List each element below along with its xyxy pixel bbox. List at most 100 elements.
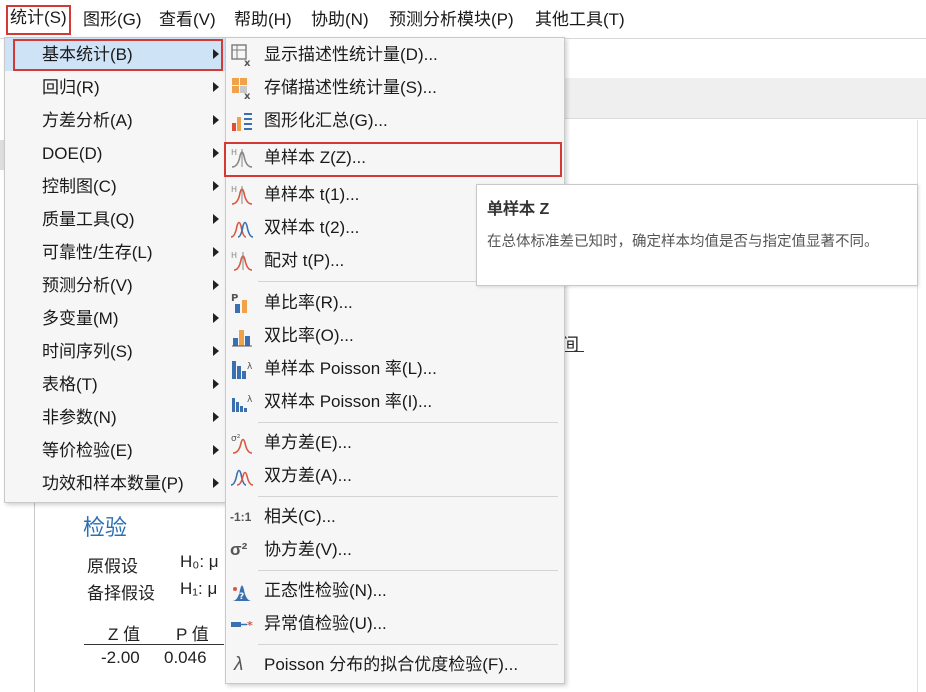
submenu-item-label: 相关(C)... (264, 507, 336, 526)
menu-stat[interactable]: 统计(S) (6, 5, 71, 35)
menu-item-label: DOE(D) (42, 144, 103, 163)
submenu-item-covariance[interactable]: σ² 协方差(V)... (226, 533, 564, 566)
submenu-item-store-descriptive[interactable]: x 存储描述性统计量(S)... (226, 71, 564, 104)
svg-text:H: H (231, 185, 237, 194)
submenu-arrow-icon (213, 478, 219, 488)
poisson-gof-icon: λ (234, 654, 244, 675)
menu-item-multivariate[interactable]: 多变量(M) (5, 302, 225, 335)
submenu-arrow-icon (213, 379, 219, 389)
menu-other-tools[interactable]: 其他工具(T) (533, 7, 627, 33)
submenu-arrow-icon (213, 247, 219, 257)
submenu-item-label: 存储描述性统计量(S)... (264, 78, 437, 97)
menu-item-label: 非参数(N) (42, 408, 117, 427)
menu-separator (258, 644, 558, 645)
store-descriptive-icon: x (232, 78, 251, 100)
menu-item-control-charts[interactable]: 控制图(C) (5, 170, 225, 203)
menu-help[interactable]: 帮助(H) (232, 7, 294, 33)
menu-item-label: 控制图(C) (42, 177, 117, 196)
menu-assist[interactable]: 协助(N) (309, 7, 371, 33)
submenu-arrow-icon (213, 346, 219, 356)
menu-separator (258, 496, 558, 497)
submenu-arrow-icon (213, 181, 219, 191)
submenu-item-outlier-test[interactable]: * 异常值检验(U)... (226, 607, 564, 640)
stat-menu: 基本统计(B) 回归(R) 方差分析(A) DOE(D) 控制图(C) 质量工具… (4, 37, 226, 503)
svg-text:P: P (231, 293, 238, 304)
menu-item-time-series[interactable]: 时间序列(S) (5, 335, 225, 368)
submenu-item-2-variances[interactable]: 双方差(A)... (226, 459, 564, 492)
submenu-arrow-icon (213, 280, 219, 290)
menu-item-power-sample-size[interactable]: 功效和样本数量(P) (5, 467, 225, 500)
menu-item-label: 功效和样本数量(P) (42, 474, 184, 493)
submenu-item-poisson-gof[interactable]: λ Poisson 分布的拟合优度检验(F)... (226, 648, 564, 681)
submenu-item-label: 单样本 Poisson 率(L)... (264, 359, 437, 378)
submenu-item-1-sample-poisson[interactable]: λ 单样本 Poisson 率(L)... (226, 352, 564, 385)
submenu-arrow-icon (213, 412, 219, 422)
menu-item-label: 可靠性/生存(L) (42, 243, 153, 262)
submenu-item-correlation[interactable]: -1:1 相关(C)... (226, 500, 564, 533)
menu-item-label: 回归(R) (42, 78, 100, 97)
menu-item-label: 质量工具(Q) (42, 210, 135, 229)
submenu-item-label: 双方差(A)... (264, 466, 352, 485)
null-hypothesis-value: H₀: μ (180, 552, 219, 571)
correlation-icon: -1:1 (230, 510, 252, 524)
menu-item-equivalence[interactable]: 等价检验(E) (5, 434, 225, 467)
paired-t-icon: H (231, 251, 253, 271)
1-sample-poisson-icon: λ (232, 361, 253, 379)
menu-item-predictive[interactable]: 预测分析(V) (5, 269, 225, 302)
menu-item-anova[interactable]: 方差分析(A) (5, 104, 225, 137)
svg-text:?: ? (239, 592, 244, 602)
normality-test-icon: ? (232, 585, 252, 602)
menu-item-label: 基本统计(B) (42, 45, 133, 64)
submenu-arrow-icon (213, 115, 219, 125)
menu-graph[interactable]: 图形(G) (81, 7, 144, 33)
outlier-test-icon: * (231, 619, 253, 632)
submenu-item-label: 双比率(O)... (264, 326, 354, 345)
submenu-item-label: 单样本 t(1)... (264, 185, 360, 204)
submenu-item-label: 协方差(V)... (264, 540, 352, 559)
submenu-item-label: 正态性检验(N)... (264, 581, 387, 600)
display-descriptive-icon: x (231, 44, 251, 67)
menu-item-reliability[interactable]: 可靠性/生存(L) (5, 236, 225, 269)
menu-item-tables[interactable]: 表格(T) (5, 368, 225, 401)
2-proportions-icon (232, 330, 252, 347)
menu-item-basic-stats[interactable]: 基本统计(B) (5, 38, 225, 71)
2-sample-t-icon (230, 221, 254, 238)
tooltip: 单样本 Z 在总体标准差已知时，确定样本均值是否与指定值显著不同。 (476, 184, 918, 286)
menu-item-nonparametrics[interactable]: 非参数(N) (5, 401, 225, 434)
submenu-item-graphical-summary[interactable]: 图形化汇总(G)... (226, 104, 564, 137)
submenu-item-label: 图形化汇总(G)... (264, 111, 388, 130)
menu-item-quality-tools[interactable]: 质量工具(Q) (5, 203, 225, 236)
submenu-arrow-icon (213, 82, 219, 92)
svg-text:H: H (231, 148, 237, 157)
submenu-item-1-variance[interactable]: σ² 单方差(E)... (226, 426, 564, 459)
menu-item-label: 时间序列(S) (42, 342, 133, 361)
submenu-item-label: 异常值检验(U)... (264, 614, 387, 633)
menu-predictive[interactable]: 预测分析模块(P) (387, 7, 516, 33)
menu-item-label: 方差分析(A) (42, 111, 133, 130)
submenu-item-2-proportions[interactable]: 双比率(O)... (226, 319, 564, 352)
submenu-item-1-sample-z[interactable]: H 单样本 Z(Z)... (224, 141, 564, 177)
covariance-icon: σ² (230, 540, 248, 559)
alt-hypothesis-value: H₁: μ (180, 579, 218, 598)
submenu-arrow-icon (213, 214, 219, 224)
submenu-item-label: Poisson 分布的拟合优度检验(F)... (264, 655, 519, 674)
submenu-item-2-sample-poisson[interactable]: λ 双样本 Poisson 率(I)... (226, 385, 564, 418)
submenu-arrow-icon (213, 49, 219, 59)
submenu-item-label: 配对 t(P)... (264, 251, 345, 270)
svg-text:x: x (244, 58, 251, 67)
menu-item-regression[interactable]: 回归(R) (5, 71, 225, 104)
submenu-item-normality-test[interactable]: ? 正态性检验(N)... (226, 574, 564, 607)
null-hypothesis-label: 原假设 (87, 557, 138, 576)
1-variance-icon: σ² (231, 434, 253, 454)
background-toolbar (560, 78, 926, 119)
submenu-item-1-proportion[interactable]: P 单比率(R)... (226, 286, 564, 319)
submenu-item-display-descriptive[interactable]: x 显示描述性统计量(D)... (226, 38, 564, 71)
2-variances-icon (230, 469, 254, 486)
menu-view[interactable]: 查看(V) (157, 7, 218, 33)
background-fragment-underline (562, 351, 584, 352)
submenu-arrow-icon (213, 445, 219, 455)
1-proportion-icon: P (231, 293, 247, 313)
table-header-z: Z 值 (108, 625, 141, 644)
menu-item-doe[interactable]: DOE(D) (5, 137, 225, 170)
tooltip-title: 单样本 Z (487, 201, 550, 218)
